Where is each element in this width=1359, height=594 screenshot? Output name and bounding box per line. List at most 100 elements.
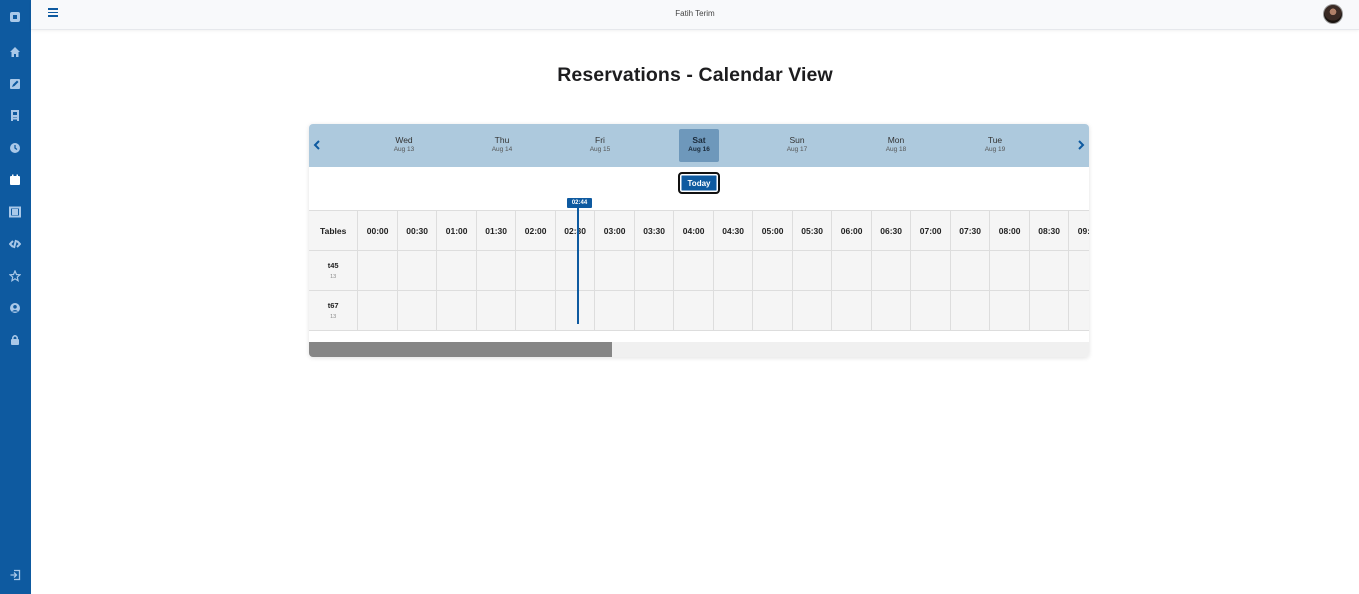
- table-capacity: 13: [330, 274, 337, 280]
- lock-icon[interactable]: [8, 333, 22, 347]
- time-slot-cell[interactable]: [634, 291, 675, 331]
- time-slot-header: 08:00: [990, 211, 1030, 251]
- day-date: Aug 18: [885, 146, 907, 153]
- day-selector: Wed Aug 13 Thu Aug 14 Fri Aug 15 Sat Aug 16 Sun A…: [309, 124, 1089, 167]
- time-slot-cell[interactable]: [674, 291, 714, 331]
- scrollbar-thumb[interactable]: [309, 342, 612, 357]
- time-slot-cell[interactable]: [674, 251, 714, 291]
- user-name: Fatih Terim: [675, 9, 715, 18]
- time-slot-cell[interactable]: [832, 291, 872, 331]
- top-header: Fatih Terim: [31, 0, 1359, 30]
- today-button[interactable]: Today: [678, 172, 720, 194]
- time-slot-header: 05:30: [792, 211, 833, 251]
- tables-header: Tables: [309, 211, 359, 251]
- next-week-icon[interactable]: [1075, 138, 1087, 152]
- time-slot-cell[interactable]: [437, 251, 477, 291]
- table-label-cell: t45 13: [309, 251, 359, 291]
- clock-icon[interactable]: [8, 141, 22, 155]
- user-circle-icon[interactable]: [8, 301, 22, 315]
- day-tue[interactable]: Tue Aug 19: [975, 129, 1015, 162]
- time-slot-cell[interactable]: [595, 251, 635, 291]
- time-header-row: Tables 00:00 00:30 01:00 01:30 02:00 02:30 03:0…: [309, 211, 1089, 251]
- time-slot-header: 04:00: [674, 211, 714, 251]
- home-icon[interactable]: [8, 45, 22, 59]
- day-sun[interactable]: Sun Aug 17: [777, 129, 817, 162]
- time-slot-cell[interactable]: [1029, 291, 1070, 331]
- chair-icon[interactable]: [8, 109, 22, 123]
- time-slot-cell[interactable]: [555, 251, 596, 291]
- time-slot-header: 01:00: [437, 211, 477, 251]
- day-thu[interactable]: Thu Aug 14: [482, 129, 522, 162]
- time-slot-cell[interactable]: [871, 251, 912, 291]
- day-name: Thu: [494, 135, 510, 145]
- day-wed[interactable]: Wed Aug 13: [384, 129, 424, 162]
- day-fri[interactable]: Fri Aug 15: [580, 129, 620, 162]
- table-label-cell: t67 13: [309, 291, 359, 331]
- time-slot-cell[interactable]: [713, 251, 754, 291]
- edit-icon[interactable]: [8, 77, 22, 91]
- time-slot-cell[interactable]: [516, 291, 556, 331]
- time-slot-cell[interactable]: [555, 291, 596, 331]
- calendar-card: Wed Aug 13 Thu Aug 14 Fri Aug 15 Sat Aug 16 Sun A…: [309, 124, 1089, 357]
- time-slot-header: 02:30: [555, 211, 596, 251]
- time-slot-cell[interactable]: [753, 251, 793, 291]
- time-slot-cell[interactable]: [911, 251, 951, 291]
- table-name: t45: [327, 261, 339, 270]
- time-slot-header: 05:00: [753, 211, 793, 251]
- time-slot-cell[interactable]: [358, 251, 398, 291]
- day-sat[interactable]: Sat Aug 16: [679, 129, 719, 162]
- time-slot-cell[interactable]: [713, 291, 754, 331]
- time-slot-header: 06:00: [832, 211, 872, 251]
- time-slot-cell[interactable]: [950, 291, 991, 331]
- time-slot-cell[interactable]: [437, 291, 477, 331]
- day-name: Sat: [692, 135, 706, 145]
- sidebar: [0, 0, 31, 594]
- day-date: Aug 13: [393, 146, 415, 153]
- time-slot-header: 01:30: [476, 211, 517, 251]
- horizontal-scrollbar[interactable]: [309, 342, 1089, 357]
- time-slot-cell[interactable]: [1029, 251, 1070, 291]
- time-slot-cell[interactable]: [1069, 291, 1089, 331]
- time-slot-cell[interactable]: [595, 291, 635, 331]
- time-slot-cell[interactable]: [950, 251, 991, 291]
- time-slot-cell[interactable]: [792, 251, 833, 291]
- list-icon[interactable]: [8, 205, 22, 219]
- day-date: Aug 17: [786, 146, 808, 153]
- logout-icon[interactable]: [8, 568, 22, 582]
- time-slot-cell[interactable]: [792, 291, 833, 331]
- time-slot-cell[interactable]: [832, 251, 872, 291]
- day-date: Aug 14: [491, 146, 513, 153]
- current-time-line: [577, 202, 579, 324]
- day-name: Sun: [789, 135, 805, 145]
- time-slot-cell[interactable]: [397, 291, 438, 331]
- calendar-icon[interactable]: [8, 173, 22, 187]
- code-icon[interactable]: [8, 237, 22, 251]
- time-slot-cell[interactable]: [990, 251, 1030, 291]
- time-slot-cell[interactable]: [911, 291, 951, 331]
- table-row: t67 13: [309, 291, 1089, 331]
- time-slot-cell[interactable]: [476, 291, 517, 331]
- time-slot-cell[interactable]: [397, 251, 438, 291]
- time-slot-cell[interactable]: [516, 251, 556, 291]
- time-slot-header: 03:00: [595, 211, 635, 251]
- prev-week-icon[interactable]: [311, 138, 323, 152]
- time-slot-cell[interactable]: [476, 251, 517, 291]
- day-mon[interactable]: Mon Aug 18: [876, 129, 916, 162]
- star-icon[interactable]: [8, 269, 22, 283]
- time-slot-header: 03:30: [634, 211, 675, 251]
- time-slot-cell[interactable]: [1069, 251, 1089, 291]
- day-name: Wed: [395, 135, 413, 145]
- time-slot-header: 08:30: [1029, 211, 1070, 251]
- day-name: Mon: [887, 135, 905, 145]
- time-slot-cell[interactable]: [990, 291, 1030, 331]
- time-slot-cell[interactable]: [358, 291, 398, 331]
- reservation-grid: Tables 00:00 00:30 01:00 01:30 02:00 02:30 03:0…: [309, 210, 1089, 331]
- time-slot-cell[interactable]: [634, 251, 675, 291]
- table-capacity: 13: [330, 314, 337, 320]
- logo-icon[interactable]: [8, 10, 22, 24]
- avatar[interactable]: [1323, 4, 1343, 24]
- time-slot-header: 07:30: [950, 211, 991, 251]
- time-slot-cell[interactable]: [871, 291, 912, 331]
- time-slot-cell[interactable]: [753, 291, 793, 331]
- time-slot-header: 07:00: [911, 211, 951, 251]
